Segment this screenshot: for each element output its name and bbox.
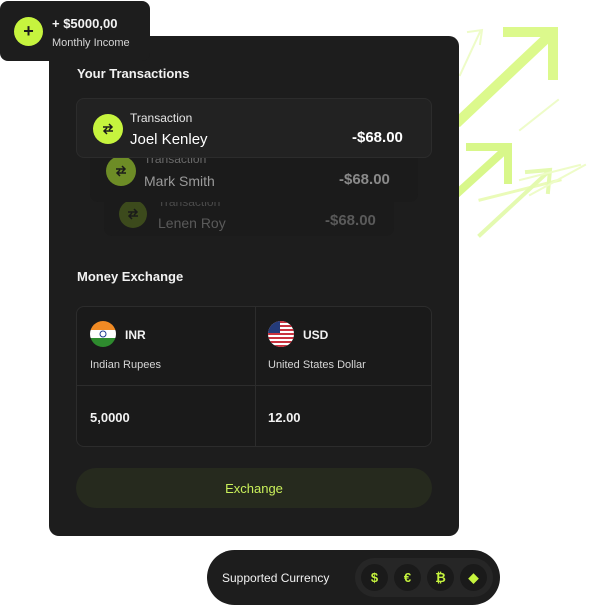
ethereum-icon[interactable]: ◆ xyxy=(460,564,487,591)
transaction-row[interactable]: Transaction Joel Kenley -$68.00 xyxy=(76,98,432,158)
transactions-title: Your Transactions xyxy=(77,66,190,81)
main-card: Your Transactions Transaction Lenen Roy … xyxy=(49,36,459,536)
swap-icon xyxy=(93,114,123,144)
supported-currency-pill: Supported Currency $ € ₿ ◆ xyxy=(207,550,500,605)
from-currency-name: Indian Rupees xyxy=(90,359,161,371)
plus-icon: + xyxy=(14,17,43,46)
supported-currency-label: Supported Currency xyxy=(222,571,330,585)
divider xyxy=(255,307,256,446)
exchange-title: Money Exchange xyxy=(77,269,184,284)
to-amount[interactable]: 12.00 xyxy=(268,410,301,425)
monthly-income-badge: + + $5000,00 Monthly Income xyxy=(0,1,150,61)
income-label: Monthly Income xyxy=(52,37,130,49)
transaction-label: Transaction xyxy=(130,111,193,125)
transaction-amount: -$68.00 xyxy=(339,171,390,188)
euro-icon[interactable]: € xyxy=(394,564,421,591)
from-amount[interactable]: 5,0000 xyxy=(90,410,130,425)
from-currency-code: INR xyxy=(125,328,146,342)
to-currency-name: United States Dollar xyxy=(268,359,366,371)
swap-icon xyxy=(106,156,136,186)
transaction-name: Lenen Roy xyxy=(158,215,226,231)
transaction-amount: -$68.00 xyxy=(352,129,403,146)
india-flag-icon xyxy=(90,321,116,347)
transaction-name: Mark Smith xyxy=(144,173,215,189)
to-currency-code: USD xyxy=(303,328,329,342)
bitcoin-icon[interactable]: ₿ xyxy=(427,564,454,591)
usa-flag-icon xyxy=(268,321,294,347)
transaction-name: Joel Kenley xyxy=(130,131,208,148)
divider xyxy=(77,385,431,386)
dollar-icon[interactable]: $ xyxy=(361,564,388,591)
exchange-button[interactable]: Exchange xyxy=(76,468,432,508)
transaction-amount: -$68.00 xyxy=(325,212,376,229)
currency-icons-tray: $ € ₿ ◆ xyxy=(355,558,493,597)
swap-icon xyxy=(119,200,147,228)
income-amount: + $5000,00 xyxy=(52,16,118,31)
currency-exchange-panel: INR Indian Rupees 5,0000 USD United Stat… xyxy=(76,306,432,447)
